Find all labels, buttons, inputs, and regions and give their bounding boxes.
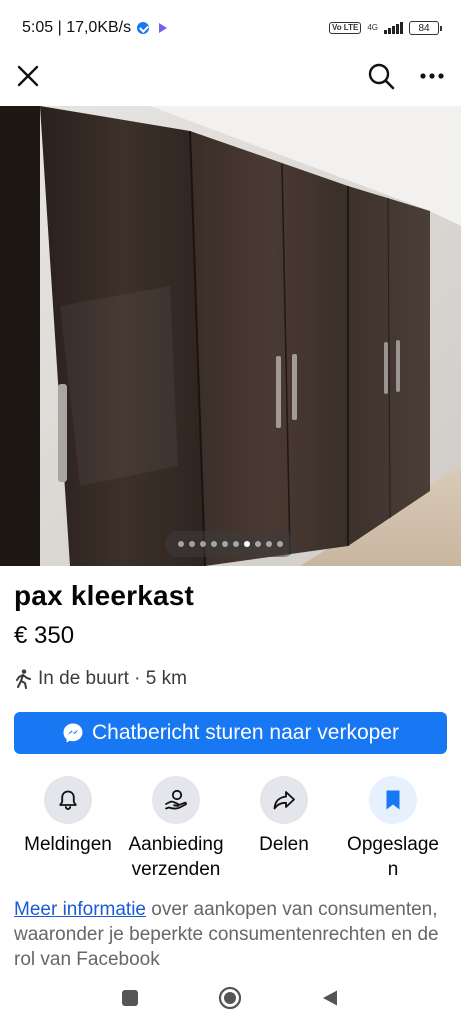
message-seller-label: Chatbericht sturen naar verkoper — [92, 721, 399, 744]
home-button[interactable] — [216, 984, 244, 1012]
photo-pagination[interactable] — [165, 531, 296, 557]
bell-icon — [59, 790, 77, 810]
pagination-dot — [189, 541, 195, 547]
listing-title: pax kleerkast — [14, 580, 195, 611]
save-button[interactable] — [369, 776, 417, 824]
location-text: In de buurt · 5 km — [38, 668, 187, 689]
listing-location: In de buurt · 5 km — [14, 668, 187, 690]
more-info-link[interactable]: Meer informatie — [14, 899, 146, 920]
system-nav-bar — [0, 972, 461, 1024]
messenger-icon — [63, 723, 83, 743]
listing-photo[interactable] — [0, 106, 461, 566]
share-action[interactable]: Delen — [229, 776, 339, 857]
status-left: 5:05 | 17,0KB/s — [22, 19, 168, 37]
action-row: Meldingen Aanbieding verzenden Delen Opg… — [0, 776, 461, 886]
pagination-dot — [255, 541, 261, 547]
more-icon — [420, 73, 444, 79]
volte-indicator: Vo LTE — [328, 22, 362, 34]
messenger-status-icon — [137, 22, 150, 34]
send-offer-button[interactable] — [152, 776, 200, 824]
status-right: Vo LTE 4G 84 — [328, 21, 442, 35]
battery-level: 84 — [418, 22, 430, 34]
close-icon — [17, 65, 39, 87]
pagination-dot — [200, 541, 206, 547]
saved-action[interactable]: Opgeslage n — [338, 776, 448, 882]
network-type: 4G — [367, 23, 378, 32]
share-button[interactable] — [260, 776, 308, 824]
consumer-info: Meer informatie over aankopen van consum… — [14, 897, 444, 972]
notifications-label: Meldingen — [24, 834, 112, 855]
more-options-button[interactable] — [414, 58, 450, 94]
share-label: Delen — [259, 834, 309, 855]
back-triangle-icon — [323, 990, 337, 1006]
recent-apps-button[interactable] — [116, 984, 144, 1012]
send-offer-action[interactable]: Aanbieding verzenden — [121, 776, 231, 882]
send-offer-label: Aanbieding verzenden — [128, 834, 224, 880]
close-button[interactable] — [10, 58, 46, 94]
pagination-dot — [211, 541, 217, 547]
pagination-dot — [178, 541, 184, 547]
home-circle-icon — [218, 986, 242, 1010]
play-status-icon — [159, 23, 168, 33]
pagination-dot-active — [244, 541, 250, 547]
square-icon — [122, 990, 138, 1006]
battery-icon: 84 — [409, 21, 442, 35]
listing-price: € 350 — [14, 622, 75, 649]
status-time-speed: 5:05 | 17,0KB/s — [22, 19, 132, 36]
saved-label: Opgeslage n — [347, 834, 439, 880]
share-arrow-icon — [273, 791, 295, 810]
notifications-button[interactable] — [44, 776, 92, 824]
bookmark-icon — [386, 790, 400, 810]
offer-hand-icon — [165, 789, 187, 810]
notifications-action[interactable]: Meldingen — [13, 776, 123, 857]
pagination-dot — [233, 541, 239, 547]
search-icon — [368, 63, 395, 90]
top-nav — [0, 56, 461, 106]
pagination-dot — [222, 541, 228, 547]
signal-icon — [384, 22, 403, 34]
back-button[interactable] — [316, 984, 344, 1012]
wardrobe-photo — [0, 106, 461, 566]
walking-person-icon — [16, 669, 31, 689]
status-bar: 5:05 | 17,0KB/s Vo LTE 4G 84 — [0, 0, 461, 56]
pagination-dot — [277, 541, 283, 547]
pagination-dot — [266, 541, 272, 547]
message-seller-button[interactable]: Chatbericht sturen naar verkoper — [14, 712, 447, 754]
search-button[interactable] — [363, 58, 399, 94]
